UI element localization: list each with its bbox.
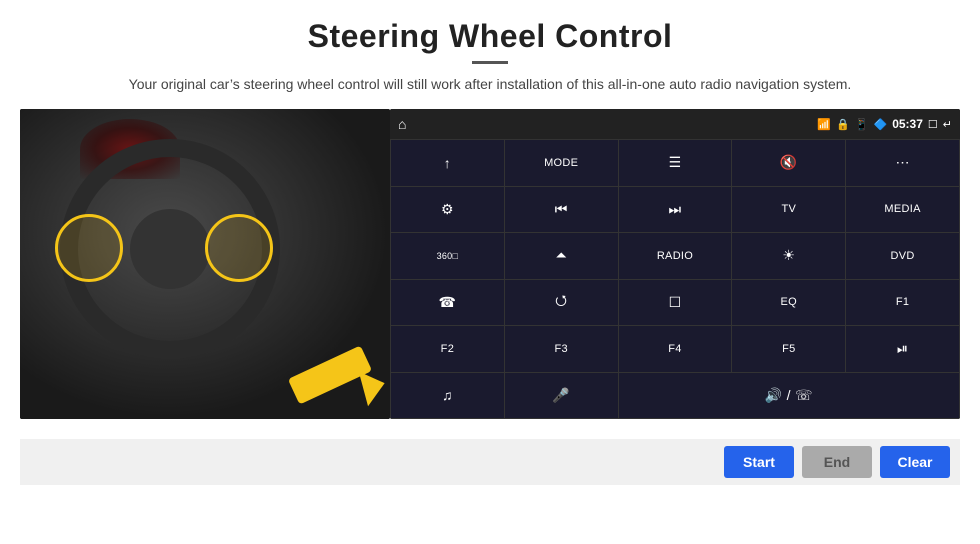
clear-button[interactable]: Clear — [880, 446, 950, 478]
status-time: 05:37 — [892, 117, 923, 131]
f3-button[interactable]: F3 — [505, 326, 618, 372]
f1-button[interactable]: F1 — [846, 280, 959, 326]
window-icon: ☐ — [928, 118, 938, 131]
status-right: 📶 🔒 📱 🔷 05:37 ☐ ↵ — [817, 117, 952, 131]
steering-wheel-image — [20, 109, 390, 419]
screen-button[interactable]: ☐ — [619, 280, 732, 326]
end-button[interactable]: End — [802, 446, 872, 478]
brightness-button[interactable]: ☀ — [732, 233, 845, 279]
button-grid: ↑ MODE ☰ 🔇 ⋯ ⚙ ⏮ ⏭ TV MEDIA 360□ ⏶ RADIO… — [390, 139, 960, 419]
wifi-icon: 📶 — [817, 118, 831, 131]
headunit-panel: ⌂ 📶 🔒 📱 🔷 05:37 ☐ ↵ ↑ MODE ☰ 🔇 — [390, 109, 960, 419]
start-button[interactable]: Start — [724, 446, 794, 478]
highlight-circle-right — [205, 214, 273, 282]
eject-button[interactable]: ⏶ — [505, 233, 618, 279]
apps-button[interactable]: ⋯ — [846, 140, 959, 186]
settings-button[interactable]: ⚙ — [391, 187, 504, 233]
tv-button[interactable]: TV — [732, 187, 845, 233]
mic-button[interactable]: 🎤 — [505, 373, 618, 419]
status-left: ⌂ — [398, 116, 410, 132]
mute-button[interactable]: 🔇 — [732, 140, 845, 186]
f2-button[interactable]: F2 — [391, 326, 504, 372]
lock-icon: 🔒 — [836, 118, 850, 131]
steering-wheel-center — [130, 209, 210, 289]
sd-icon: 📱 — [855, 118, 869, 131]
page-title: Steering Wheel Control — [308, 18, 673, 55]
bottom-bar: Start End Clear — [20, 439, 960, 485]
menu-button[interactable]: ☰ — [619, 140, 732, 186]
prev-button[interactable]: ⏮ — [505, 187, 618, 233]
page-wrapper: Steering Wheel Control Your original car… — [0, 0, 980, 544]
phone-button[interactable]: ☎ — [391, 280, 504, 326]
playpause-button[interactable]: ⏯ — [846, 326, 959, 372]
page-subtitle: Your original car’s steering wheel contr… — [129, 74, 852, 95]
nav-button[interactable]: ↑ — [391, 140, 504, 186]
eq-button[interactable]: EQ — [732, 280, 845, 326]
dvd-button[interactable]: DVD — [846, 233, 959, 279]
music-button[interactable]: ♫ — [391, 373, 504, 419]
mode-button[interactable]: MODE — [505, 140, 618, 186]
radio-button[interactable]: RADIO — [619, 233, 732, 279]
bt-icon: 🔷 — [874, 118, 888, 131]
media-button[interactable]: MEDIA — [846, 187, 959, 233]
vol-call-button[interactable]: 🔊 / ☏ — [619, 373, 959, 419]
navi-button[interactable]: ⭯ — [505, 280, 618, 326]
arrow-head — [359, 366, 390, 406]
f5-button[interactable]: F5 — [732, 326, 845, 372]
next-button[interactable]: ⏭ — [619, 187, 732, 233]
highlight-circle-left — [55, 214, 123, 282]
f4-button[interactable]: F4 — [619, 326, 732, 372]
content-row: ⌂ 📶 🔒 📱 🔷 05:37 ☐ ↵ ↑ MODE ☰ 🔇 — [20, 109, 960, 439]
status-bar: ⌂ 📶 🔒 📱 🔷 05:37 ☐ ↵ — [390, 109, 960, 139]
cam360-button[interactable]: 360□ — [391, 233, 504, 279]
steering-bg — [20, 109, 390, 419]
title-divider — [472, 61, 508, 64]
back-icon: ↵ — [943, 118, 952, 131]
home-icon[interactable]: ⌂ — [398, 116, 406, 132]
